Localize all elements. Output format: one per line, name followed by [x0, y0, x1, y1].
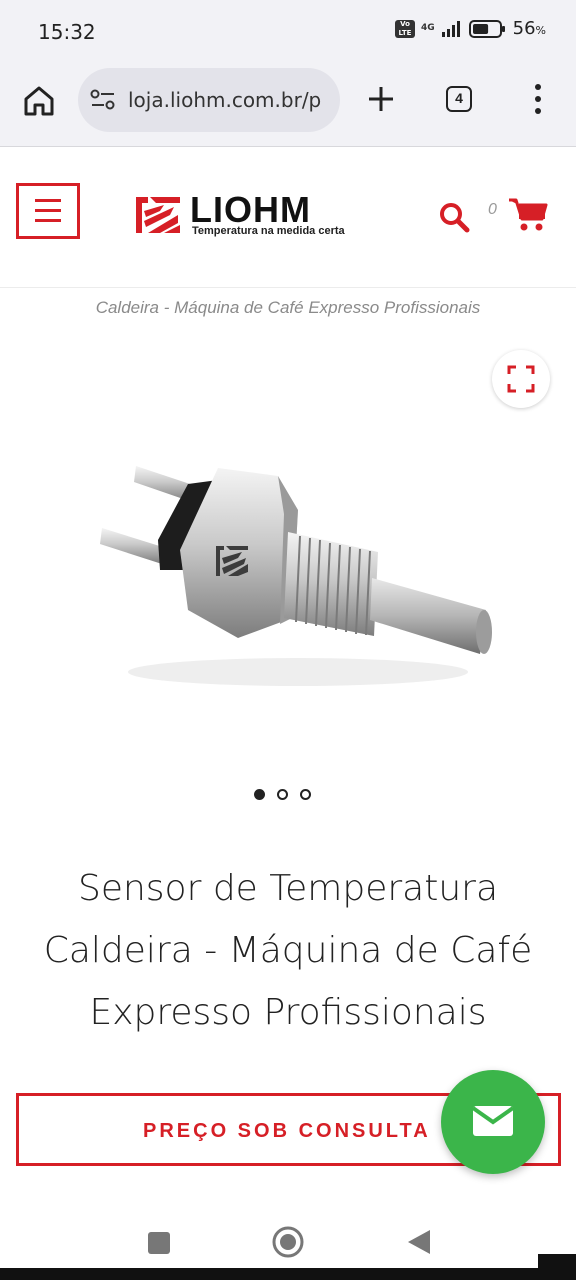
search-icon[interactable]	[438, 201, 470, 233]
recent-apps-icon[interactable]	[148, 1232, 170, 1254]
gallery-dot[interactable]	[300, 789, 311, 800]
back-icon[interactable]	[406, 1228, 432, 1256]
screen-edge	[0, 1268, 576, 1280]
address-bar[interactable]: loja.liohm.com.br/p	[78, 68, 340, 132]
breadcrumb[interactable]: Caldeira - Máquina de Café Expresso Prof…	[0, 298, 576, 318]
contact-email-button[interactable]	[441, 1070, 545, 1174]
gallery-dot[interactable]	[254, 789, 265, 800]
gallery-dot[interactable]	[277, 789, 288, 800]
tabs-icon[interactable]: 4	[446, 86, 472, 112]
status-bar: 15:32 Vo LTE 4G 56%	[0, 0, 576, 62]
site-logo[interactable]: LIOHM Temperatura na medida certa	[134, 189, 364, 243]
signal-icon	[441, 20, 460, 37]
logo-tagline: Temperatura na medida certa	[192, 225, 345, 237]
hamburger-menu-icon[interactable]	[16, 183, 80, 239]
overflow-menu-icon[interactable]	[528, 82, 548, 116]
battery-icon	[468, 19, 505, 38]
volte-icon: Vo LTE	[394, 19, 415, 38]
price-button-label[interactable]: PREÇO SOB CONSULTA	[143, 1120, 431, 1143]
battery-percent: 56%	[512, 18, 546, 39]
cart-count: 0	[488, 201, 497, 218]
url-text[interactable]: loja.liohm.com.br/p	[128, 88, 328, 112]
site-settings-icon[interactable]	[90, 88, 116, 112]
status-time: 15:32	[38, 20, 96, 44]
fullscreen-icon	[507, 365, 535, 393]
cart-icon[interactable]	[508, 197, 548, 233]
status-icons: Vo LTE 4G 56%	[394, 18, 546, 39]
product-image[interactable]	[88, 440, 498, 700]
site-header: LIOHM Temperatura na medida certa 0	[0, 147, 576, 288]
home-circle-icon[interactable]	[272, 1226, 304, 1258]
home-icon[interactable]	[22, 84, 56, 118]
liohm-logo-icon	[136, 197, 180, 233]
plus-icon[interactable]	[366, 84, 396, 114]
fullscreen-button[interactable]	[492, 350, 550, 408]
network-type: 4G	[420, 23, 435, 33]
product-title: Sensor de Temperatura Caldeira - Máquina…	[43, 868, 533, 1033]
gallery-pagination	[254, 789, 311, 800]
browser-toolbar: loja.liohm.com.br/p 4	[0, 62, 576, 147]
mail-icon	[471, 1106, 515, 1136]
